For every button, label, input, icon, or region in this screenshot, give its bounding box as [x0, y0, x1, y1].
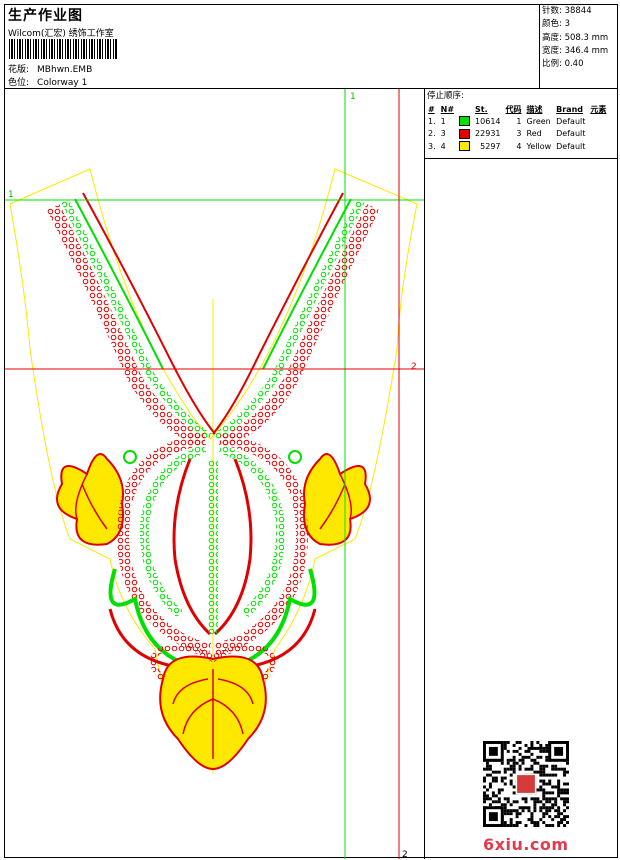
col-needle: N#	[440, 104, 455, 114]
row-index: 2.	[428, 129, 436, 139]
stop-sequence-caption: 停止顺序:	[427, 91, 464, 101]
guide-h2-label: 2	[411, 362, 417, 372]
row-desc: Green	[526, 116, 551, 126]
design-scale: 比例: 0.40	[542, 59, 584, 70]
header-panel: 生产作业图 Wilcom(汇宏) 绣饰工作室 花版: MBhwn.EMB 色位: C…	[5, 5, 540, 89]
col-brand: Brand	[556, 104, 584, 114]
watermark-text: 6xiu	[483, 835, 524, 854]
pattern-row: 花版: MBhwn.EMB	[8, 62, 92, 75]
row-code: 3	[516, 129, 522, 139]
stop-sequence-panel: 停止顺序: # N# St. 代码 描述 Brand 元素 1. 1 10614 1 G…	[425, 89, 617, 159]
color-swatch	[459, 141, 471, 152]
row-needle: 4	[440, 141, 446, 151]
colorway-row: 色位: Colorway 1	[8, 75, 87, 88]
stitch-count: 针数: 38844	[542, 6, 592, 16]
stop-sequence-table: # N# St. 代码 描述 Brand 元素 1. 1 10614 1 Green De…	[426, 103, 609, 153]
row-index: 1.	[428, 116, 436, 126]
design-height: 高度: 508.3 mm	[542, 32, 609, 43]
color-swatch	[459, 128, 471, 139]
pattern-label: 花版:	[8, 65, 30, 75]
right-flower	[303, 453, 371, 546]
row-brand: Default	[556, 129, 586, 139]
guide-v1-label: 1	[350, 92, 356, 102]
watermark-suffix: .com	[523, 835, 569, 854]
row-stitches: 5297	[480, 141, 501, 151]
col-desc: 描述	[526, 104, 543, 114]
production-sheet: 生产作业图 Wilcom(汇宏) 绣饰工作室 花版: MBhwn.EMB 色位: C…	[4, 4, 618, 859]
colorway-label: 色位:	[8, 78, 30, 88]
row-stitches: 10614	[475, 116, 501, 126]
stop-row: 1. 1 10614 1 Green Default	[426, 115, 609, 128]
pattern-value: MBhwn.EMB	[37, 65, 93, 75]
row-needle: 1	[440, 116, 446, 126]
guide-v2-label: 2	[402, 850, 408, 859]
colorway-value: Colorway 1	[37, 78, 88, 88]
stop-table-header: # N# St. 代码 描述 Brand 元素	[426, 103, 609, 115]
watermark: 6xiu.com	[483, 835, 569, 854]
col-element: 元素	[590, 104, 607, 114]
col-stitches: St.	[475, 104, 488, 114]
embroidery-drawing: 1 1 2 2	[5, 89, 424, 859]
col-swatch	[457, 103, 473, 115]
row-brand: Default	[556, 116, 586, 126]
row-desc: Red	[526, 129, 542, 139]
row-needle: 3	[440, 129, 446, 139]
row-index: 3.	[428, 141, 436, 151]
color-swatch	[459, 116, 471, 127]
guide-h1-label: 1	[8, 190, 14, 200]
row-code: 4	[516, 141, 522, 151]
row-color-swatch	[457, 128, 473, 141]
col-index: #	[428, 104, 435, 114]
color-count: 颜色: 3	[542, 19, 570, 30]
software-subtitle: Wilcom(汇宏) 绣饰工作室	[8, 29, 114, 39]
barcode	[9, 39, 117, 59]
page-title: 生产作业图	[8, 8, 83, 24]
embroidery-design-area[interactable]: 1 1 2 2	[5, 89, 425, 859]
design-width: 宽度: 346.4 mm	[542, 45, 609, 56]
row-stitches: 22931	[475, 129, 501, 139]
row-color-swatch	[457, 140, 473, 153]
design-info-panel: 针数: 38844 颜色: 3 高度: 508.3 mm 宽度: 346.4 m…	[540, 5, 617, 89]
row-color-swatch	[457, 115, 473, 128]
stop-row: 3. 4 5297 4 Yellow Default	[426, 140, 609, 153]
row-desc: Yellow	[526, 141, 552, 151]
bottom-flower	[150, 644, 276, 771]
qr-code	[483, 741, 569, 827]
stop-row: 2. 3 22931 3 Red Default	[426, 128, 609, 141]
col-code: 代码	[505, 104, 522, 114]
row-brand: Default	[556, 141, 586, 151]
row-code: 1	[516, 116, 522, 126]
